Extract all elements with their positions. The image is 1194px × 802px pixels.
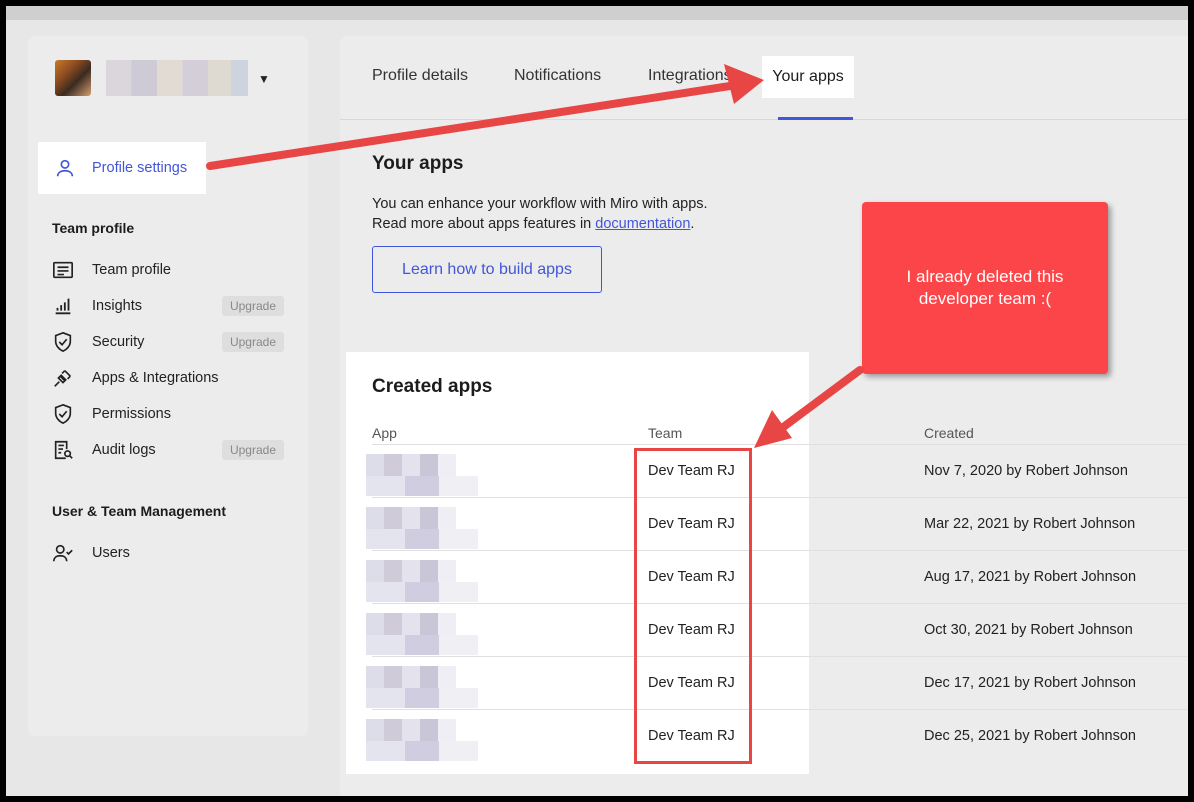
upgrade-badge[interactable]: Upgrade <box>221 440 284 460</box>
description-line-1: You can enhance your workflow with Miro … <box>372 196 708 212</box>
tab-your-apps[interactable]: Your apps <box>762 56 854 98</box>
column-header-created: Created <box>924 425 974 441</box>
description-suffix: . <box>690 216 695 232</box>
learn-build-apps-button[interactable]: Learn how to build apps <box>372 246 602 293</box>
sidebar-item-security[interactable]: Security Upgrade <box>52 330 284 354</box>
sidebar-item-insights[interactable]: Insights Upgrade <box>52 294 284 318</box>
app-window: ▼ Profile settings Team profile Team pro… <box>6 6 1188 796</box>
upgrade-badge[interactable]: Upgrade <box>221 296 284 316</box>
tab-profile-details[interactable]: Profile details <box>372 67 468 85</box>
callout-line-2: developer team :( <box>918 289 1052 308</box>
sidebar: ▼ Profile settings Team profile Team pro… <box>28 36 308 736</box>
row-divider <box>372 444 1188 445</box>
active-tab-indicator <box>778 117 853 120</box>
row-divider <box>372 656 1188 657</box>
chevron-down-icon[interactable]: ▼ <box>258 72 270 86</box>
top-strip <box>6 6 1188 20</box>
column-header-team: Team <box>648 425 683 441</box>
tab-bar: Profile details Notifications Integratio… <box>340 36 1188 120</box>
sidebar-item-permissions[interactable]: Permissions <box>52 402 284 426</box>
row-divider <box>372 550 1188 551</box>
description-prefix: Read more about apps features in <box>372 216 596 232</box>
page-title: Your apps <box>372 153 464 174</box>
sidebar-item-label: Users <box>92 545 130 561</box>
sidebar-item-label: Audit logs <box>92 442 156 458</box>
created-cell: Nov 7, 2020 by Robert Johnson <box>924 463 1128 479</box>
row-divider <box>372 603 1188 604</box>
id-card-icon <box>53 261 73 279</box>
sidebar-item-label: Profile settings <box>92 160 188 176</box>
created-cell: Dec 17, 2021 by Robert Johnson <box>924 675 1136 691</box>
blurred-account-name <box>106 60 248 96</box>
blurred-app-name <box>366 719 478 761</box>
annotation-callout: I already deleted this developer team :( <box>862 202 1108 374</box>
shield-check-icon <box>54 331 72 353</box>
blurred-app-name <box>366 454 478 496</box>
created-cell: Oct 30, 2021 by Robert Johnson <box>924 622 1133 638</box>
tab-notifications[interactable]: Notifications <box>514 67 601 85</box>
sidebar-item-label: Security <box>92 334 145 350</box>
sidebar-item-apps-integrations[interactable]: Apps & Integrations <box>52 366 284 390</box>
tab-integrations[interactable]: Integrations <box>648 67 732 85</box>
sidebar-item-audit-logs[interactable]: Audit logs Upgrade <box>52 438 284 462</box>
column-header-app: App <box>372 425 397 441</box>
blurred-app-name <box>366 613 478 655</box>
documentation-link[interactable]: documentation <box>595 216 690 232</box>
created-cell: Mar 22, 2021 by Robert Johnson <box>924 516 1136 532</box>
created-apps-heading: Created apps <box>372 376 493 397</box>
callout-line-1: I already deleted this <box>906 267 1064 286</box>
upgrade-badge[interactable]: Upgrade <box>221 332 284 352</box>
sidebar-item-label: Permissions <box>92 406 171 422</box>
shield-check-icon <box>54 403 72 425</box>
description-line-2: Read more about apps features in documen… <box>372 214 708 234</box>
row-divider <box>372 709 1188 710</box>
sidebar-item-users[interactable]: Users <box>52 541 284 565</box>
sidebar-item-profile-settings[interactable]: Profile settings <box>38 142 206 194</box>
audit-log-icon <box>54 440 73 460</box>
bar-chart-icon <box>55 298 71 315</box>
user-icon <box>56 159 74 177</box>
team-profile-heading: Team profile <box>52 220 135 236</box>
created-cell: Dec 25, 2021 by Robert Johnson <box>924 728 1136 744</box>
blurred-app-name <box>366 560 478 602</box>
avatar[interactable] <box>55 60 91 96</box>
user-team-management-heading: User & Team Management <box>52 503 227 519</box>
main-panel: Profile details Notifications Integratio… <box>340 36 1188 796</box>
sidebar-item-label: Team profile <box>92 262 171 278</box>
users-check-icon <box>53 544 73 562</box>
sidebar-item-label: Apps & Integrations <box>92 370 219 386</box>
created-cell: Aug 17, 2021 by Robert Johnson <box>924 569 1137 585</box>
row-divider <box>372 497 1188 498</box>
sidebar-item-team-profile[interactable]: Team profile <box>52 258 284 282</box>
team-column-highlight <box>634 448 752 764</box>
plug-icon <box>54 370 71 387</box>
sidebar-item-label: Insights <box>92 298 142 314</box>
blurred-app-name <box>366 507 478 549</box>
apps-description: You can enhance your workflow with Miro … <box>372 194 708 234</box>
blurred-app-name <box>366 666 478 708</box>
